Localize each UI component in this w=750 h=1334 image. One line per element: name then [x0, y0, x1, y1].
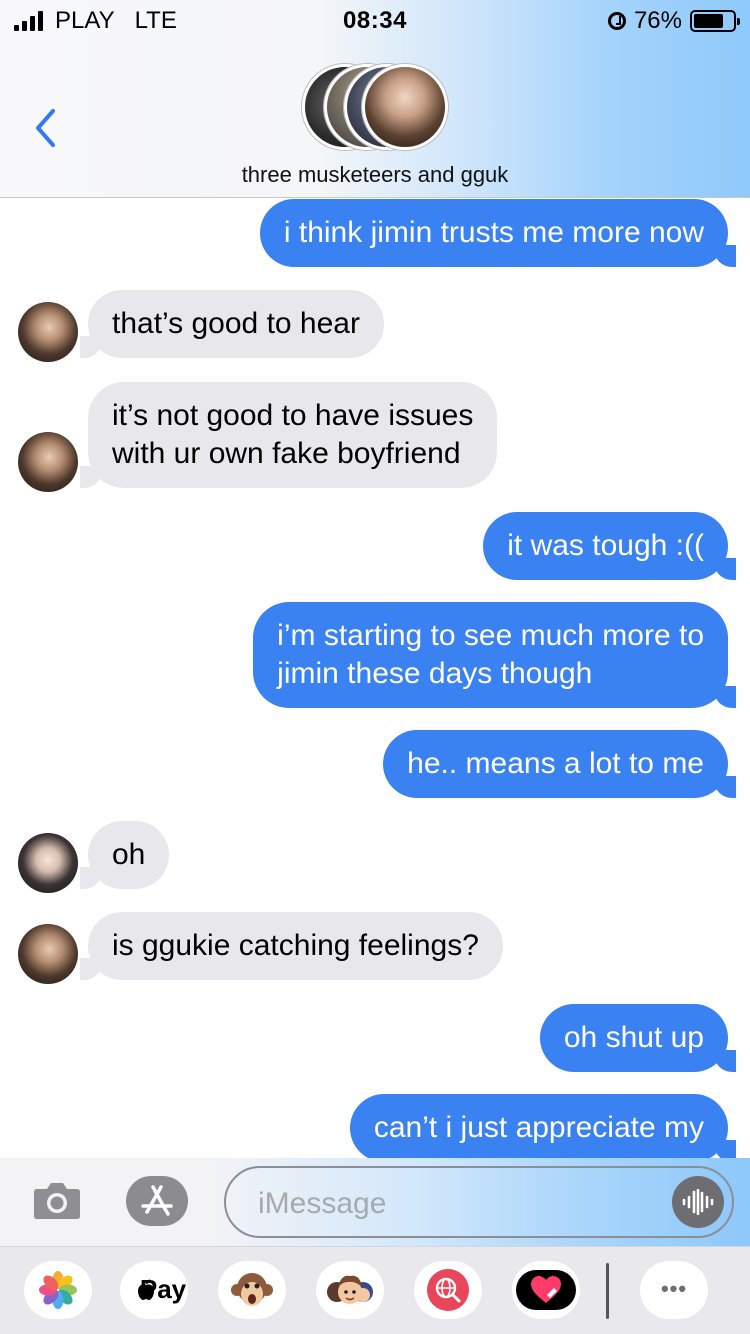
- message-text-line: can’t i just appreciate my: [373, 1111, 704, 1144]
- outgoing-message-bubble[interactable]: can’t i just appreciate my: [349, 1094, 737, 1158]
- status-bar: PLAY LTE 08:34 76%: [0, 0, 750, 40]
- apple-pay-button[interactable]: Pay: [120, 1261, 188, 1319]
- images-search-button[interactable]: [414, 1261, 482, 1319]
- app-store-button[interactable]: [126, 1176, 188, 1226]
- sender-avatar[interactable]: [18, 302, 78, 362]
- heart-icon: [516, 1270, 576, 1310]
- incoming-message-bubble[interactable]: is ggukie catching feelings?: [80, 912, 503, 980]
- sender-avatar[interactable]: [18, 924, 78, 984]
- memoji-stickers-button[interactable]: [316, 1261, 384, 1319]
- message-text-line: he.. means a lot to me: [407, 747, 704, 780]
- incoming-message-bubble[interactable]: that’s good to hear: [80, 290, 384, 358]
- message-input[interactable]: iMessage: [224, 1166, 734, 1238]
- app-store-icon: [141, 1185, 173, 1216]
- drawer-divider: [606, 1263, 609, 1319]
- battery-fill: [694, 14, 723, 28]
- more-apps-dots-icon: •••: [660, 1276, 688, 1301]
- outgoing-message-bubble[interactable]: oh shut up: [539, 1004, 737, 1072]
- waveform-icon: [682, 1189, 714, 1215]
- memoji-icon: [327, 1275, 373, 1304]
- message-input-placeholder: iMessage: [258, 1187, 387, 1220]
- group-member-avatar: [362, 64, 448, 150]
- message-text-line: it’s not good to have issues: [112, 399, 474, 432]
- apple-pay-label: Pay: [139, 1274, 187, 1304]
- message-list[interactable]: i think jimin trusts me more now that’s g…: [0, 199, 750, 1158]
- camera-icon[interactable]: [33, 1180, 81, 1220]
- battery-percent: 76%: [633, 7, 682, 34]
- incoming-message-bubble[interactable]: it’s not good to have issues with ur own …: [79, 382, 498, 488]
- message-text-line: i’m starting to see much more to: [277, 619, 704, 652]
- app-drawer: Pay •••: [0, 1246, 750, 1334]
- message-text-line: oh: [112, 838, 146, 871]
- compose-bar: iMessage: [0, 1158, 750, 1246]
- message-text-line: i think jimin trusts me more now: [283, 216, 704, 249]
- more-apps-button[interactable]: •••: [640, 1261, 708, 1319]
- message-text-line: with ur own fake boyfriend: [112, 437, 461, 470]
- alarm-icon: [607, 12, 626, 30]
- group-avatar-stack[interactable]: [302, 64, 452, 150]
- back-chevron-icon[interactable]: [34, 108, 56, 148]
- photos-icon: [39, 1271, 77, 1309]
- incoming-message-bubble[interactable]: oh: [79, 821, 170, 889]
- globe-search-icon: [427, 1269, 469, 1311]
- message-text-line: jimin these days though: [277, 657, 593, 690]
- sender-avatar[interactable]: [18, 833, 78, 893]
- group-name[interactable]: three musketeers and gguk: [0, 162, 750, 188]
- message-text-line: it was tough :((: [507, 529, 704, 562]
- message-text-line: that’s good to hear: [112, 307, 360, 340]
- animoji-button[interactable]: [218, 1261, 286, 1319]
- message-text-line: is ggukie catching feelings?: [112, 929, 479, 962]
- digital-touch-button[interactable]: [512, 1261, 580, 1319]
- message-text-line: oh shut up: [563, 1021, 704, 1054]
- outgoing-message-bubble[interactable]: he.. means a lot to me: [383, 730, 736, 798]
- outgoing-message-bubble[interactable]: i’m starting to see much more to jimin th…: [253, 602, 736, 708]
- battery-icon: [690, 10, 740, 32]
- monkey-icon: [231, 1273, 273, 1306]
- sender-avatar[interactable]: [18, 432, 78, 492]
- audio-message-button[interactable]: [672, 1176, 724, 1228]
- photos-app-button[interactable]: [24, 1261, 92, 1319]
- outgoing-message-bubble[interactable]: it was tough :((: [483, 512, 736, 580]
- outgoing-message-bubble[interactable]: i think jimin trusts me more now: [259, 199, 737, 267]
